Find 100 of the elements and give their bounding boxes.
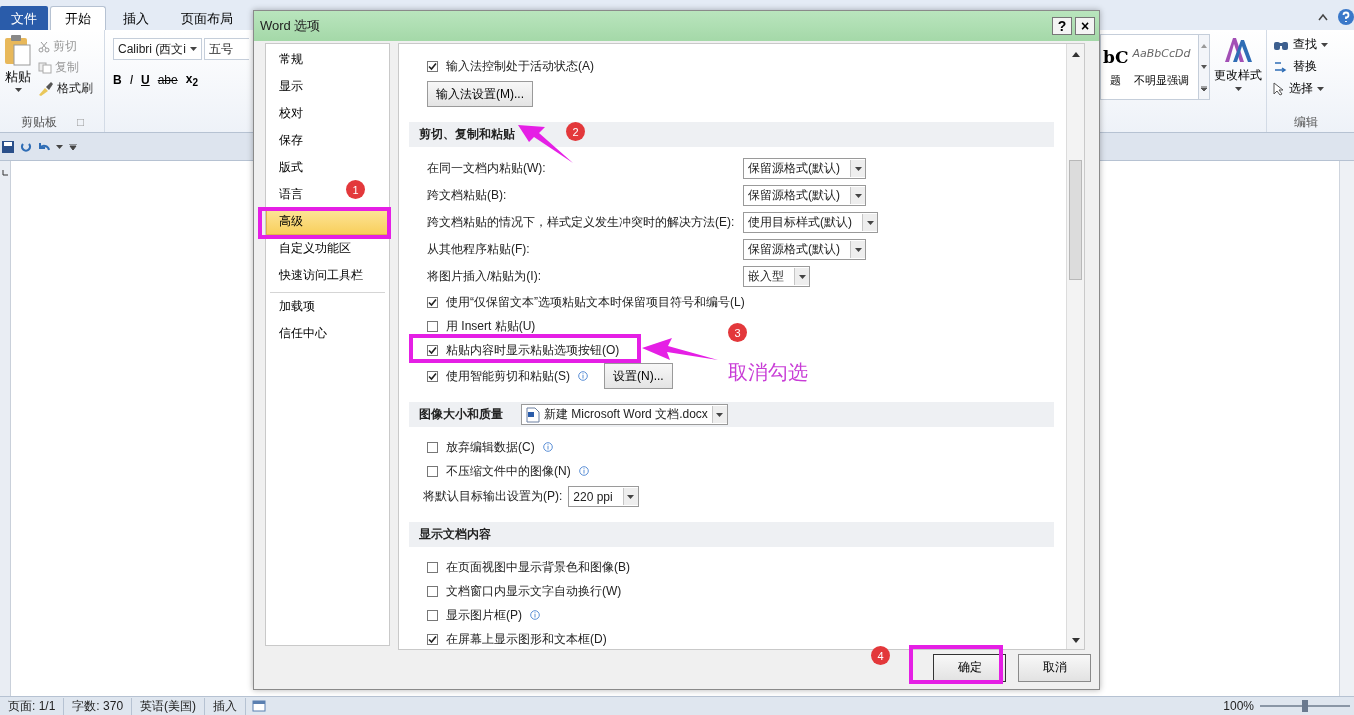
option-label: 显示图片框(P) [446,606,522,624]
tab-stop-icon[interactable] [1,169,9,177]
dropdown[interactable]: 保留源格式(默认) [743,158,866,179]
dropdown-icon [1317,86,1324,91]
status-item: 英语(美国) [132,697,206,715]
option-label: 用 Insert 粘贴(U) [446,317,536,335]
dropdown[interactable]: 嵌入型 [743,266,810,287]
info-icon [542,442,553,452]
clipboard-icon [4,34,32,66]
option-label: 输入法控制处于活动状态(A) [446,57,594,75]
dialog-button[interactable]: 取消 [1018,653,1091,682]
edit-button[interactable]: 选择 [1273,80,1339,97]
help-button[interactable]: ? [1052,17,1072,35]
sidebar-item[interactable]: 显示 [266,73,306,100]
checkbox[interactable] [427,561,438,573]
font-dropdown[interactable]: Calibri (西文i [113,38,202,60]
dialog-button[interactable]: 确定 [933,653,1006,682]
gallery-scrollbar[interactable] [1198,35,1209,99]
format-button[interactable]: B [113,72,122,89]
redo-icon[interactable] [38,140,50,153]
checkbox[interactable] [427,344,438,356]
style-preview[interactable]: AaBbCcDd 不明显强调 [1130,35,1193,99]
brush-icon [38,81,54,96]
caret-icon [854,193,862,198]
paste-button[interactable]: 粘贴 [4,34,32,97]
option-label: 文档窗口内显示文字自动换行(W) [446,582,622,600]
document-dropdown[interactable]: 新建 Microsoft Word 文档.docx [521,404,728,425]
clipboard-button[interactable]: 格式刷 [38,80,93,97]
sidebar-item[interactable]: 保存 [266,127,306,154]
save-icon[interactable] [2,140,14,153]
format-button[interactable]: I [129,72,133,89]
checkbox[interactable] [427,609,438,621]
dropdown-icon [56,144,63,149]
more-icon[interactable] [1201,85,1207,91]
checkbox[interactable] [427,633,438,645]
ribbon-tab[interactable]: 插入 [108,6,164,30]
letters-icon [1223,36,1253,64]
caret-icon [798,274,806,279]
scroll-up-icon[interactable] [1071,52,1080,57]
format-button[interactable]: U [141,72,150,89]
sidebar-item[interactable]: 版式 [266,154,306,181]
checkbox[interactable] [427,465,438,477]
scrollbar[interactable] [1066,44,1084,649]
macro-icon[interactable] [252,700,267,712]
ribbon-tab[interactable]: 开始 [50,6,106,30]
section-heading: 图像大小和质量 [419,406,503,423]
dropdown[interactable]: 保留源格式(默认) [743,239,866,260]
dropdown[interactable]: 220 ppi [568,486,639,507]
option-label: 将图片插入/粘贴为(I): [427,268,542,285]
dropdown[interactable]: 使用目标样式(默认) [743,212,878,233]
format-button[interactable]: x$_{2}$ [185,72,198,89]
status-item: 页面: 1/1 [0,697,65,715]
edit-button[interactable]: 查找 [1273,36,1339,53]
collapse-icon[interactable] [1318,13,1328,21]
help-icon[interactable] [1338,9,1354,25]
zoom-level: 100% [1223,699,1254,713]
option-label: 放弃编辑数据(C) [446,438,535,456]
sidebar-item[interactable]: 加载项 [270,293,318,320]
scroll-down-icon[interactable] [1201,64,1207,69]
status-item: 插入 [205,697,247,715]
size-dropdown[interactable]: 五号 [204,38,249,60]
status-item: 字数: 370 [64,697,133,715]
settings-button[interactable]: 输入法设置(M)... [427,81,533,107]
sidebar-item[interactable]: 信任中心 [270,320,330,347]
close-button[interactable]: × [1075,17,1095,35]
dropdown-icon [14,88,22,92]
edit-button[interactable]: 替换 [1273,58,1339,75]
checkbox[interactable] [427,585,438,597]
dropdown-icon [190,47,197,51]
dropdown[interactable]: 保留源格式(默认) [743,185,866,206]
customize-icon[interactable] [69,143,77,150]
checkbox[interactable] [427,296,438,308]
sidebar-item[interactable]: 校对 [266,100,306,127]
format-button[interactable]: abe [157,72,178,89]
caret-icon [854,166,862,171]
group-label: 剪贴板 [20,113,57,131]
settings-button[interactable]: 设置(N)... [604,363,673,389]
group-label: 编辑 [1294,113,1318,131]
change-styles-button[interactable]: 更改样式 [1210,30,1266,132]
checkbox[interactable] [427,441,438,453]
sidebar-item[interactable]: 自定义功能区 [266,235,354,262]
scrollbar[interactable] [1339,161,1354,696]
checkbox[interactable] [427,320,438,332]
sidebar-item[interactable]: 常规 [266,46,306,73]
info-icon [530,610,540,620]
checkbox[interactable] [427,60,438,72]
ribbon-tab[interactable]: 页面布局 [166,6,248,30]
annotation-note: 取消勾选 [728,360,808,385]
ribbon-tab[interactable]: 文件 [0,6,48,30]
style-preview[interactable]: bC 题 [1101,35,1131,99]
scroll-thumb[interactable] [1069,160,1082,280]
checkbox[interactable] [427,370,438,382]
scroll-down-icon[interactable] [1071,638,1080,643]
dropdown-icon [1234,87,1242,91]
sidebar-item[interactable]: 快速访问工具栏 [266,262,366,289]
option-label: 不压缩文件中的图像(N) [446,462,571,480]
sidebar-item[interactable]: 语言 [266,181,306,208]
option-label: 将默认目标输出设置为(P): [423,488,563,505]
section-heading: 显示文档内容 [419,526,491,543]
option-label: 跨文档粘贴(B): [427,187,508,204]
